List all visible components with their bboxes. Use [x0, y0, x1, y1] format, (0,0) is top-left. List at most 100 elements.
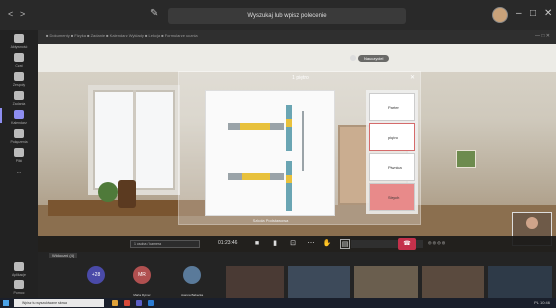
- floor-plan-board[interactable]: [205, 90, 335, 216]
- rail-label: Pliki: [15, 159, 23, 163]
- shared-content-panel[interactable]: 1 piętro ✕ Szkoła Podstawowa Parter pięt…: [178, 71, 421, 225]
- rail-item-help[interactable]: Pomoc: [0, 280, 38, 295]
- participant-video[interactable]: [288, 266, 350, 298]
- help-icon: [14, 280, 24, 289]
- system-tray: PL 10:46: [534, 300, 550, 305]
- participant-name: Marta Rymer: [133, 293, 151, 297]
- plan-stair-top: [286, 105, 292, 151]
- room-window: [88, 85, 180, 195]
- chat-icon: [14, 53, 24, 62]
- shared-browser-bar: ■ Dokumenty ■ Fizyka ■ Zadanie ■ Kalenda…: [38, 30, 556, 44]
- rail-item-apps[interactable]: Aplikacje: [0, 262, 38, 277]
- presenter-name: Nauczyciel: [358, 55, 390, 62]
- share-screen-icon[interactable]: ⊡: [288, 239, 298, 249]
- more-options-icon[interactable]: ⋯: [306, 239, 316, 249]
- start-icon[interactable]: [3, 300, 9, 306]
- participant-video[interactable]: [354, 266, 418, 298]
- apps-icon: [14, 262, 24, 271]
- board-caption: Szkoła Podstawowa: [252, 218, 289, 223]
- rail-label: Zadania: [12, 102, 26, 106]
- close-button[interactable]: ✕: [544, 8, 552, 19]
- minimize-button[interactable]: –: [516, 8, 522, 19]
- rail-label: Połączenia: [10, 140, 28, 144]
- participant-strip: Widoczni (4) +28 MR Marta Rymer Joanna B…: [38, 252, 556, 298]
- slide-thumbnail[interactable]: piętro: [369, 123, 415, 151]
- call-timer: 01:23:46: [218, 240, 238, 246]
- rail-label: Czat: [15, 64, 23, 68]
- rail-label: Kalendarz: [11, 121, 27, 125]
- rail-label: Pomoc: [13, 291, 25, 295]
- taskbar-search[interactable]: Wpisz tu wyszukiwane słowa: [14, 299, 104, 307]
- presenter-icon: [350, 55, 356, 61]
- rail-item-teams[interactable]: Zespoły: [0, 72, 38, 87]
- plan-room-bottom: [242, 173, 270, 180]
- file-icon: [14, 148, 24, 157]
- browser-window-controls: — □ ✕: [535, 33, 550, 39]
- chair: [118, 180, 136, 208]
- slide-thumbnail[interactable]: Strych: [369, 183, 415, 211]
- os-taskbar: Wpisz tu wyszukiwane słowa PL 10:46: [0, 298, 556, 308]
- slide-label: Strych: [388, 195, 400, 200]
- title-bar: < > ✎ Wyszukaj lub wpisz polecenie – □ ✕: [0, 0, 556, 30]
- search-input[interactable]: Wyszukaj lub wpisz polecenie: [168, 8, 406, 24]
- more-icon: ...: [16, 169, 22, 175]
- rail-item-assignments[interactable]: Zadania: [0, 91, 38, 106]
- camera-icon[interactable]: ■: [252, 239, 262, 249]
- phone-icon: [14, 129, 24, 138]
- meeting-field[interactable]: 1 osoba / kamera: [130, 240, 200, 248]
- app-rail: Aktywność Czat Zespoły Zadania Kalendarz…: [0, 30, 38, 298]
- avatar: MR: [133, 266, 151, 284]
- plan-stair-bottom: [286, 161, 292, 211]
- rail-item-chat[interactable]: Czat: [0, 53, 38, 68]
- microphone-icon[interactable]: ▮: [270, 239, 280, 249]
- slide-label: piętro: [388, 135, 399, 140]
- rail-label: Zespoły: [12, 83, 26, 87]
- participant-tile[interactable]: MR Marta Rymer: [122, 263, 162, 298]
- rail-item-calls[interactable]: Połączenia: [0, 129, 38, 144]
- slide-label: Parter: [388, 105, 399, 110]
- participant-tile[interactable]: Joanna Babecka: [170, 263, 214, 298]
- reaction-tools[interactable]: ◎ ◎ ◎ ◎: [428, 240, 445, 245]
- compose-icon[interactable]: ✎: [150, 8, 158, 19]
- slide-thumbnail[interactable]: Piwnica: [369, 153, 415, 181]
- forward-button[interactable]: >: [20, 9, 25, 19]
- avatar: +28: [87, 266, 105, 284]
- call-controls: 1 osoba / kamera 01:23:46 ■ ▮ ⊡ ⋯ ✋ ▤ ▣ …: [38, 236, 556, 252]
- browser-tabs: ■ Dokumenty ■ Fizyka ■ Zadanie ■ Kalenda…: [46, 33, 198, 38]
- back-button[interactable]: <: [8, 9, 13, 19]
- file-explorer-icon[interactable]: [112, 300, 118, 306]
- rail-item-activity[interactable]: Aktywność: [0, 34, 38, 49]
- teams-icon[interactable]: [136, 300, 142, 306]
- avatar: [183, 266, 201, 284]
- plan-marker-bottom: [286, 175, 292, 183]
- video-stage: ■ Dokumenty ■ Fizyka ■ Zadanie ■ Kalenda…: [38, 30, 556, 252]
- panel-title: 1 piętro: [292, 75, 309, 81]
- rail-item-more[interactable]: ...: [0, 167, 38, 175]
- rail-item-files[interactable]: Pliki: [0, 148, 38, 163]
- word-icon[interactable]: [148, 300, 154, 306]
- slide-label: Piwnica: [388, 165, 402, 170]
- plan-room-top: [240, 123, 270, 130]
- participant-video[interactable]: [226, 266, 284, 298]
- participant-name: Joanna Babecka: [180, 293, 204, 297]
- close-icon[interactable]: ✕: [410, 74, 415, 81]
- rail-label: Aplikacje: [11, 273, 26, 277]
- participant-video[interactable]: [488, 266, 552, 298]
- participant-video[interactable]: [422, 266, 484, 298]
- maximize-button[interactable]: □: [530, 8, 536, 19]
- hang-up-button[interactable]: ☎: [398, 238, 416, 250]
- chat-toggle-icon[interactable]: ▤: [340, 239, 350, 249]
- plant: [98, 182, 118, 202]
- calendar-icon: [14, 110, 24, 119]
- user-avatar[interactable]: [492, 7, 508, 23]
- rail-item-calendar[interactable]: Kalendarz: [0, 108, 38, 125]
- rail-label: Aktywność: [10, 45, 28, 49]
- slide-thumbnail[interactable]: Parter: [369, 93, 415, 121]
- visible-participants-label: Widoczni (4): [49, 253, 78, 258]
- teams-icon: [14, 72, 24, 81]
- wall-picture: [456, 150, 476, 168]
- browser-icon[interactable]: [124, 300, 130, 306]
- participant-tile-overflow[interactable]: +28: [78, 263, 114, 298]
- assignments-icon: [14, 91, 24, 100]
- raise-hand-icon[interactable]: ✋: [322, 239, 332, 249]
